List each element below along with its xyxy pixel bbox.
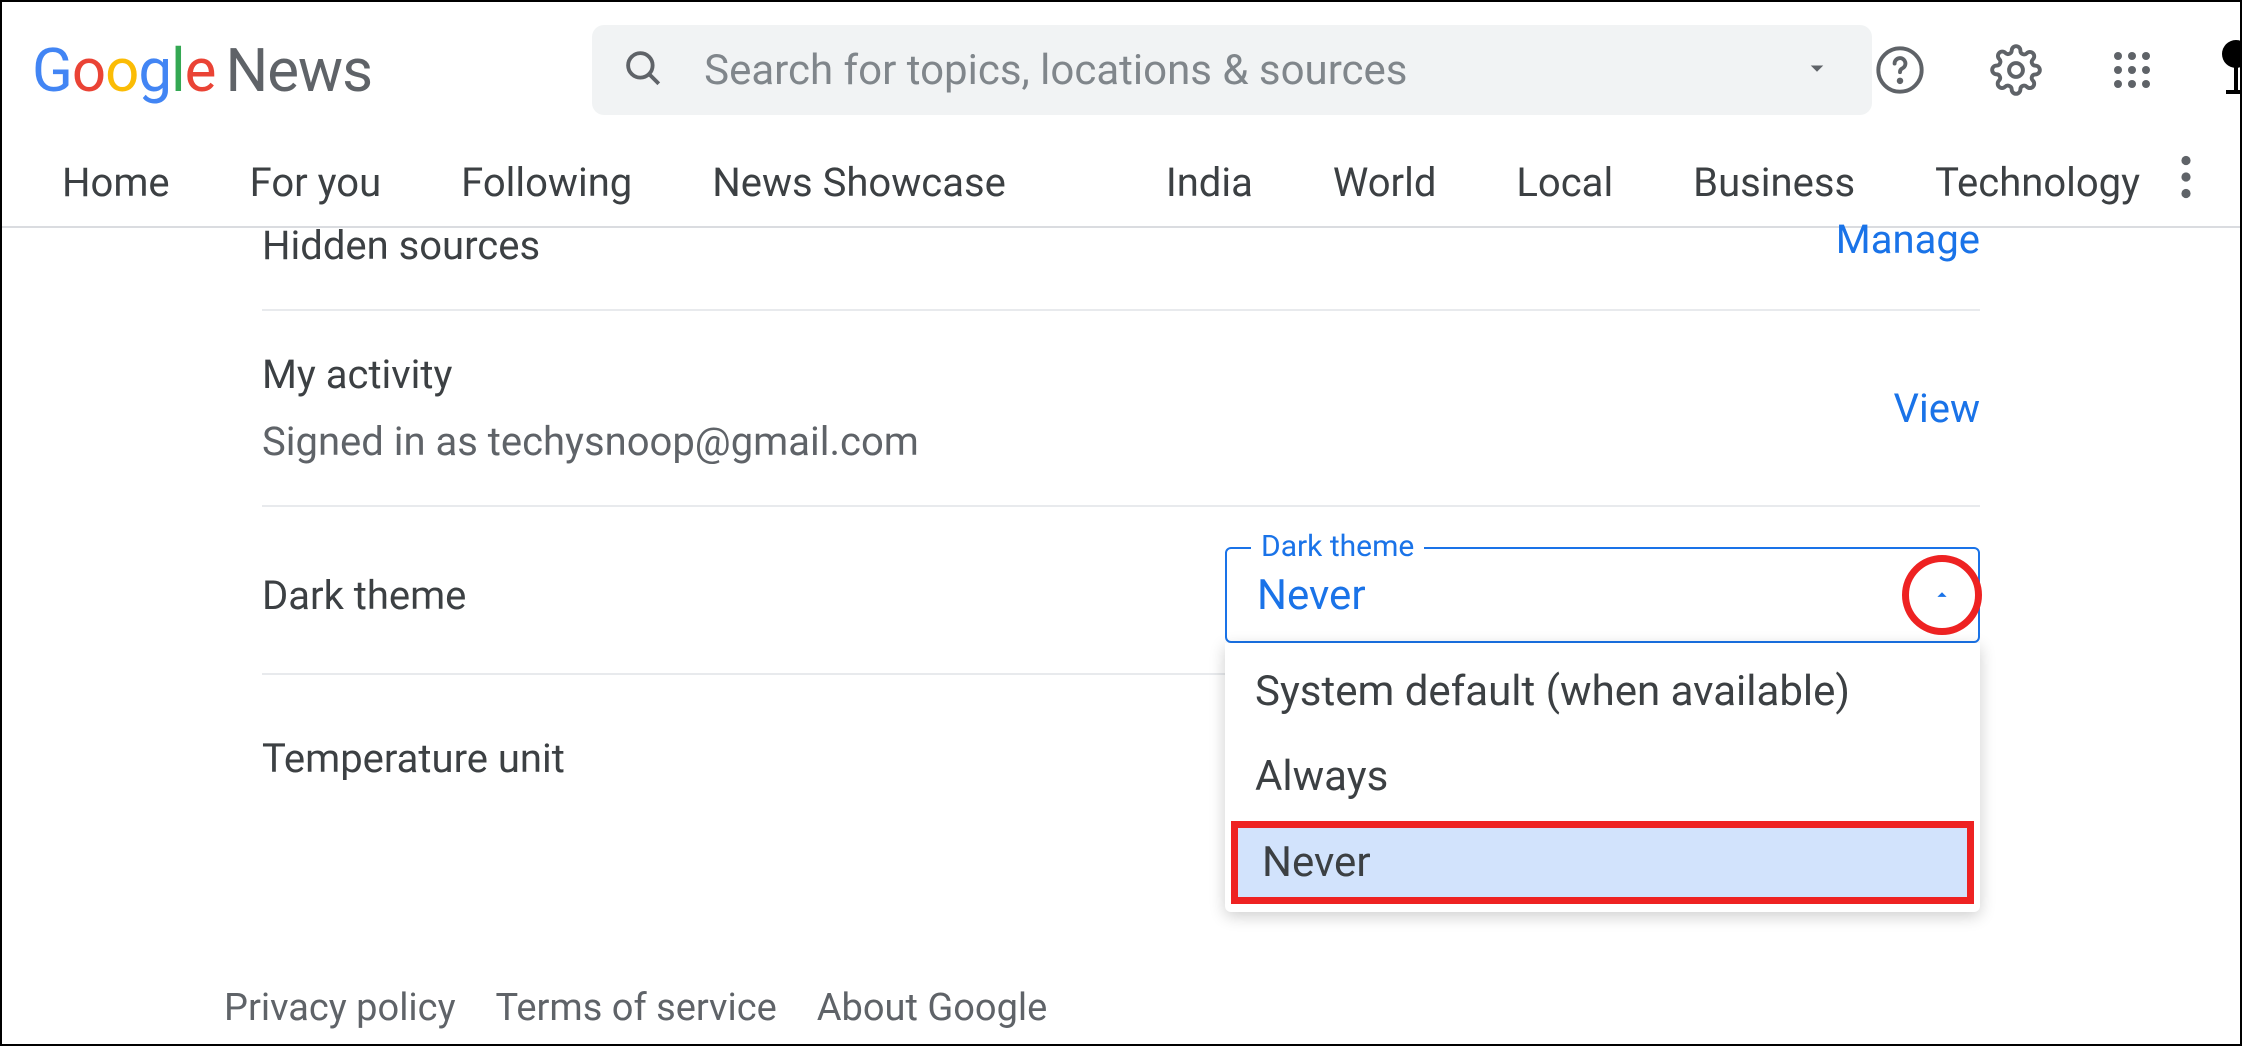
- dark-theme-dropdown: System default (when available) Always N…: [1225, 643, 1980, 912]
- search-bar[interactable]: [592, 25, 1872, 115]
- footer-about-google[interactable]: About Google: [817, 986, 1048, 1030]
- dark-theme-arrow-highlight: [1902, 555, 1982, 635]
- dark-theme-title: Dark theme: [262, 572, 1225, 619]
- nav-topic-world[interactable]: World: [1293, 159, 1477, 206]
- nav-topic-technology[interactable]: Technology: [1895, 159, 2180, 206]
- search-dropdown-icon[interactable]: [1802, 53, 1832, 87]
- nav-for-you[interactable]: For you: [210, 159, 421, 206]
- dark-theme-selected-value: Never: [1257, 571, 1948, 620]
- search-icon[interactable]: [622, 47, 664, 93]
- settings-icon[interactable]: [1988, 42, 2044, 98]
- nav-more-icon[interactable]: [2180, 155, 2192, 209]
- dark-theme-option-system-default[interactable]: System default (when available): [1225, 649, 1980, 734]
- primary-nav: Home For you Following News Showcase Ind…: [2, 138, 2240, 228]
- dark-theme-select-wrap: Dark theme Never System default (when av…: [1225, 547, 1980, 643]
- hidden-sources-title: Hidden sources: [262, 222, 1836, 269]
- my-activity-row: My activity Signed in as techysnoop@gmai…: [262, 311, 1980, 507]
- caret-up-icon[interactable]: [1931, 584, 1953, 606]
- apps-grid-icon[interactable]: [2104, 42, 2160, 98]
- my-activity-view-link[interactable]: View: [1894, 385, 1980, 432]
- search-input[interactable]: [704, 46, 1802, 95]
- dark-theme-select[interactable]: Dark theme Never: [1225, 547, 1980, 643]
- hidden-sources-manage-link[interactable]: Manage: [1836, 216, 1980, 263]
- footer-privacy-policy[interactable]: Privacy policy: [224, 986, 456, 1030]
- nav-topic-india[interactable]: India: [1126, 159, 1293, 206]
- my-activity-subtitle: Signed in as techysnoop@gmail.com: [262, 418, 1894, 465]
- my-activity-title: My activity: [262, 351, 1894, 398]
- help-icon[interactable]: [1872, 42, 1928, 98]
- nav-topic-local[interactable]: Local: [1476, 159, 1653, 206]
- nav-news-showcase[interactable]: News Showcase: [672, 159, 1046, 206]
- footer-terms-of-service[interactable]: Terms of service: [496, 986, 777, 1030]
- dark-theme-row: Dark theme Dark theme Never System defau…: [262, 507, 1980, 675]
- nav-following[interactable]: Following: [421, 159, 672, 206]
- app-header: Google News: [2, 2, 2240, 138]
- settings-content: Hidden sources Manage My activity Signed…: [2, 228, 2240, 822]
- logo-product-name: News: [225, 35, 372, 106]
- hidden-sources-row: Hidden sources Manage: [262, 228, 1980, 311]
- header-actions: [1872, 40, 2242, 100]
- nav-topic-business[interactable]: Business: [1653, 159, 1895, 206]
- dark-theme-select-legend: Dark theme: [1251, 529, 1424, 564]
- footer-links: Privacy policy Terms of service About Go…: [224, 986, 1047, 1030]
- dark-theme-option-never[interactable]: Never: [1231, 821, 1974, 904]
- google-news-logo[interactable]: Google News: [32, 35, 372, 106]
- dark-theme-option-always[interactable]: Always: [1225, 734, 1980, 819]
- account-avatar[interactable]: [2220, 40, 2242, 100]
- nav-home[interactable]: Home: [22, 159, 210, 206]
